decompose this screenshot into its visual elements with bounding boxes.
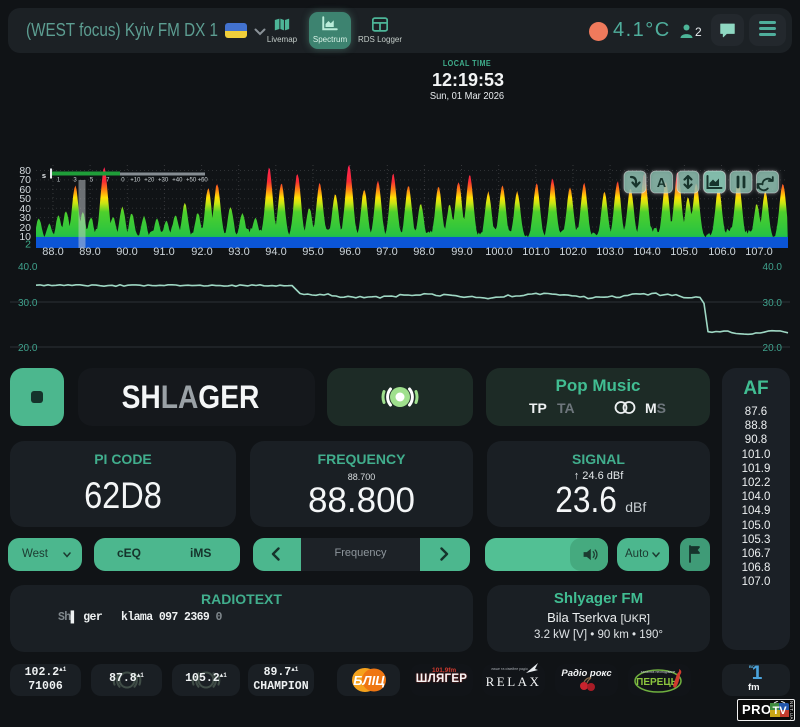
svg-text:+10: +10 (130, 178, 141, 184)
svg-text:99.0: 99.0 (451, 246, 472, 258)
svg-text:+60: +60 (198, 178, 209, 184)
svg-text:s: s (42, 171, 46, 180)
svg-text:5: 5 (90, 178, 94, 184)
svg-text:101.0: 101.0 (522, 246, 550, 258)
svg-text:105.0: 105.0 (670, 246, 698, 258)
svg-text:94.0: 94.0 (265, 246, 286, 258)
svg-text:93.0: 93.0 (228, 246, 249, 258)
svg-text:+30: +30 (158, 178, 169, 184)
svg-text:0: 0 (121, 178, 125, 184)
svg-text:40.0: 40.0 (763, 262, 783, 273)
svg-text:ПЕРЕЦЬ: ПЕРЕЦЬ (636, 677, 678, 688)
svg-text:95.0: 95.0 (302, 246, 323, 258)
svg-text:102.0: 102.0 (559, 246, 587, 258)
svg-text:104.0: 104.0 (633, 246, 661, 258)
svg-text:+20: +20 (144, 178, 155, 184)
svg-text:+50: +50 (186, 178, 197, 184)
svg-text:92.0: 92.0 (191, 246, 212, 258)
svg-text:7: 7 (106, 178, 110, 184)
svg-text:БЛІЦ: БЛІЦ (353, 673, 385, 688)
svg-text:97.0: 97.0 (376, 246, 397, 258)
svg-text:запалює несподіване: запалює несподіване (641, 670, 676, 674)
svg-text:+40: +40 (172, 178, 183, 184)
svg-text:20.0: 20.0 (763, 343, 783, 354)
svg-text:107.0: 107.0 (745, 246, 773, 258)
svg-text:2: 2 (25, 239, 31, 251)
svg-text:91.0: 91.0 (153, 246, 174, 258)
svg-text:98.0: 98.0 (413, 246, 434, 258)
svg-text:100.0: 100.0 (485, 246, 513, 258)
svg-text:106.0: 106.0 (708, 246, 736, 258)
svg-text:103.0: 103.0 (596, 246, 624, 258)
svg-text:30.0: 30.0 (18, 298, 38, 309)
svg-text:1: 1 (57, 178, 61, 184)
svg-text:40.0: 40.0 (18, 262, 38, 273)
svg-text:96.0: 96.0 (339, 246, 360, 258)
svg-text:90.0: 90.0 (116, 246, 137, 258)
svg-text:A: A (657, 175, 667, 190)
svg-text:3: 3 (73, 178, 77, 184)
svg-text:TV: TV (772, 705, 787, 717)
svg-text:20.0: 20.0 (18, 343, 38, 354)
svg-text:30.0: 30.0 (763, 298, 783, 309)
svg-text:88.0: 88.0 (42, 246, 63, 258)
